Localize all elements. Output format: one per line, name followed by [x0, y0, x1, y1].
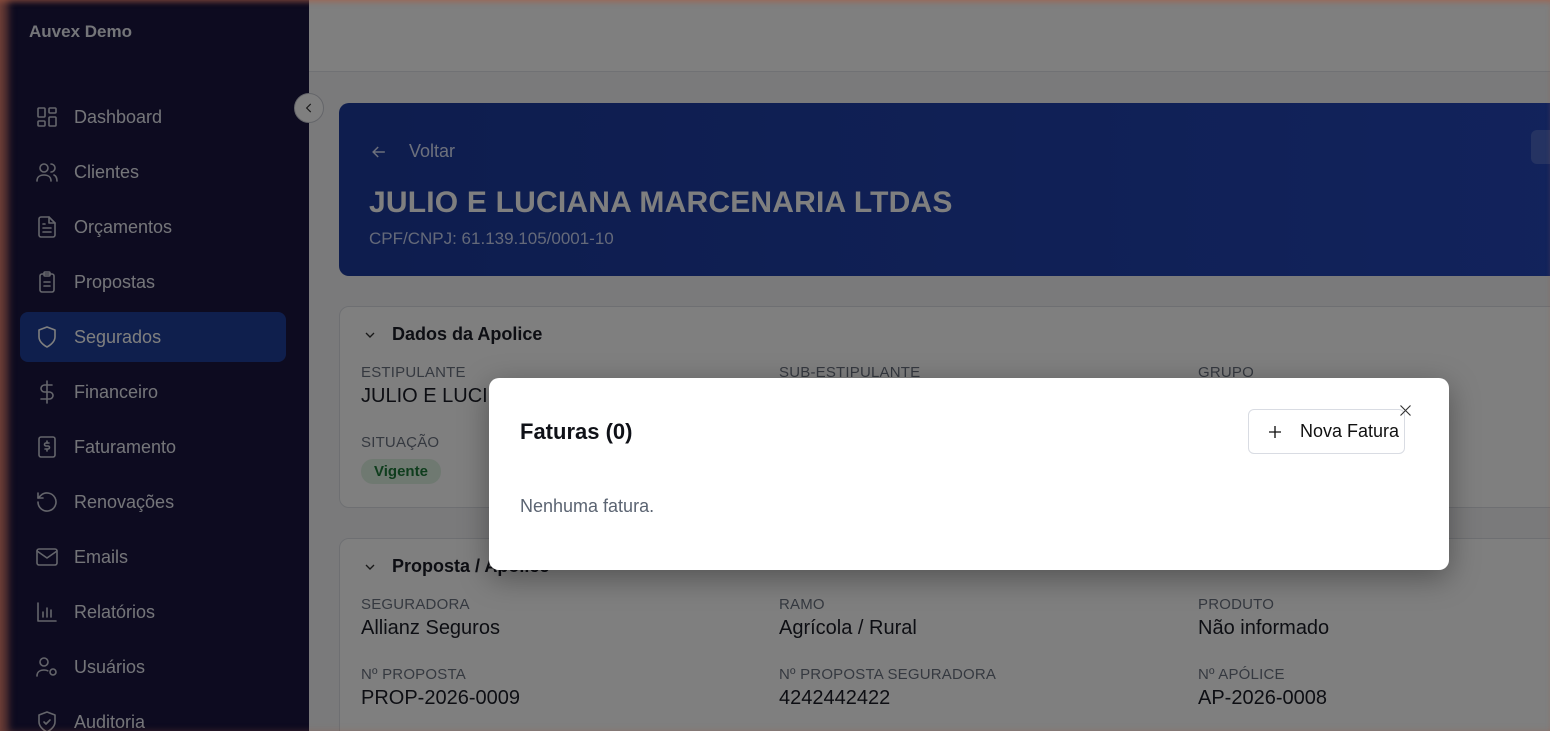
close-icon: [1399, 404, 1411, 416]
new-invoice-button[interactable]: Nova Fatura: [1248, 409, 1405, 454]
close-button[interactable]: [1394, 399, 1416, 421]
invoices-modal: Faturas (0) Nova Fatura Nenhuma fatura.: [489, 378, 1449, 570]
empty-state-text: Nenhuma fatura.: [520, 496, 655, 516]
new-invoice-label: Nova Fatura: [1300, 421, 1400, 441]
plus-icon: [1269, 425, 1281, 438]
modal-title: Faturas (0): [520, 419, 633, 444]
modal-backdrop[interactable]: [0, 0, 1550, 731]
